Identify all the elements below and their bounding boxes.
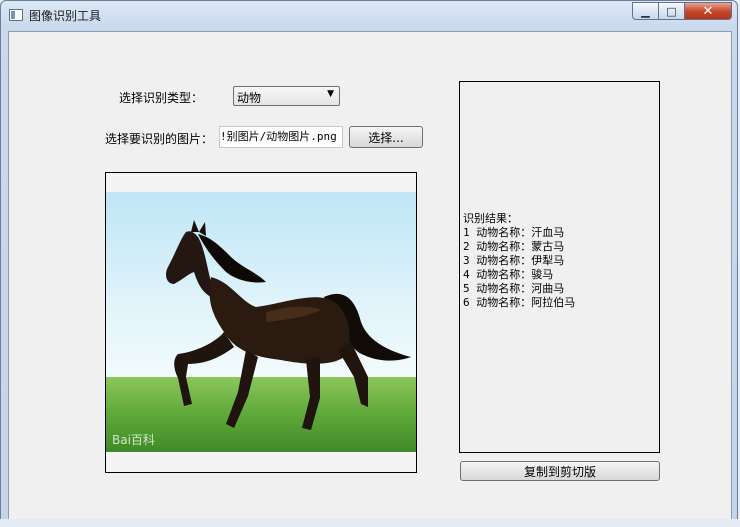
watermark: Bai百科 xyxy=(112,433,155,447)
image-path-input[interactable]: !别图片/动物图片.png xyxy=(219,126,343,148)
result-item: 4 动物名称：骏马 xyxy=(463,268,554,281)
app-window: 图像识别工具 ▁ □ ✕ 选择识别类型： 动物 ▼ 选择要识别的图片： !别图片… xyxy=(0,0,738,525)
taskbar-strip xyxy=(0,519,740,527)
result-item: 6 动物名称：阿拉伯马 xyxy=(463,296,576,309)
minimize-icon: ▁ xyxy=(641,4,650,18)
type-select-value: 动物 xyxy=(237,91,262,105)
result-heading: 识别结果： xyxy=(463,212,518,225)
app-icon xyxy=(9,9,23,21)
result-panel[interactable]: 识别结果： 1 动物名称：汗血马 2 动物名称：蒙古马 3 动物名称：伊犁马 4 动物名… xyxy=(459,81,660,453)
copy-to-clipboard-button[interactable]: 复制到剪切版 xyxy=(460,461,660,481)
result-text: 识别结果： 1 动物名称：汗血马 2 动物名称：蒙古马 3 动物名称：伊犁马 4 动物名… xyxy=(463,212,575,310)
minimize-button[interactable]: ▁ xyxy=(632,2,659,20)
maximize-icon: □ xyxy=(666,4,677,18)
choose-image-button[interactable]: 选择... xyxy=(349,126,423,148)
close-button[interactable]: ✕ xyxy=(684,2,732,20)
image-preview: Bai百科 xyxy=(105,172,417,473)
type-select[interactable]: 动物 ▼ xyxy=(233,86,340,106)
result-item: 1 动物名称：汗血马 xyxy=(463,226,565,239)
close-icon: ✕ xyxy=(702,3,714,19)
chevron-down-icon: ▼ xyxy=(327,89,334,99)
image-path-value: !别图片/动物图片.png xyxy=(220,130,337,143)
horse-image: Bai百科 xyxy=(106,192,416,452)
title-bar[interactable]: 图像识别工具 ▁ □ ✕ xyxy=(1,1,737,29)
result-item: 2 动物名称：蒙古马 xyxy=(463,240,565,253)
window-title: 图像识别工具 xyxy=(29,9,102,23)
type-label: 选择识别类型： xyxy=(119,91,204,105)
maximize-button[interactable]: □ xyxy=(658,2,685,20)
result-item: 5 动物名称：河曲马 xyxy=(463,282,565,295)
client-area: 选择识别类型： 动物 ▼ 选择要识别的图片： !别图片/动物图片.png 选择.… xyxy=(8,31,732,520)
result-item: 3 动物名称：伊犁马 xyxy=(463,254,565,267)
image-path-label: 选择要识别的图片： xyxy=(105,132,214,146)
